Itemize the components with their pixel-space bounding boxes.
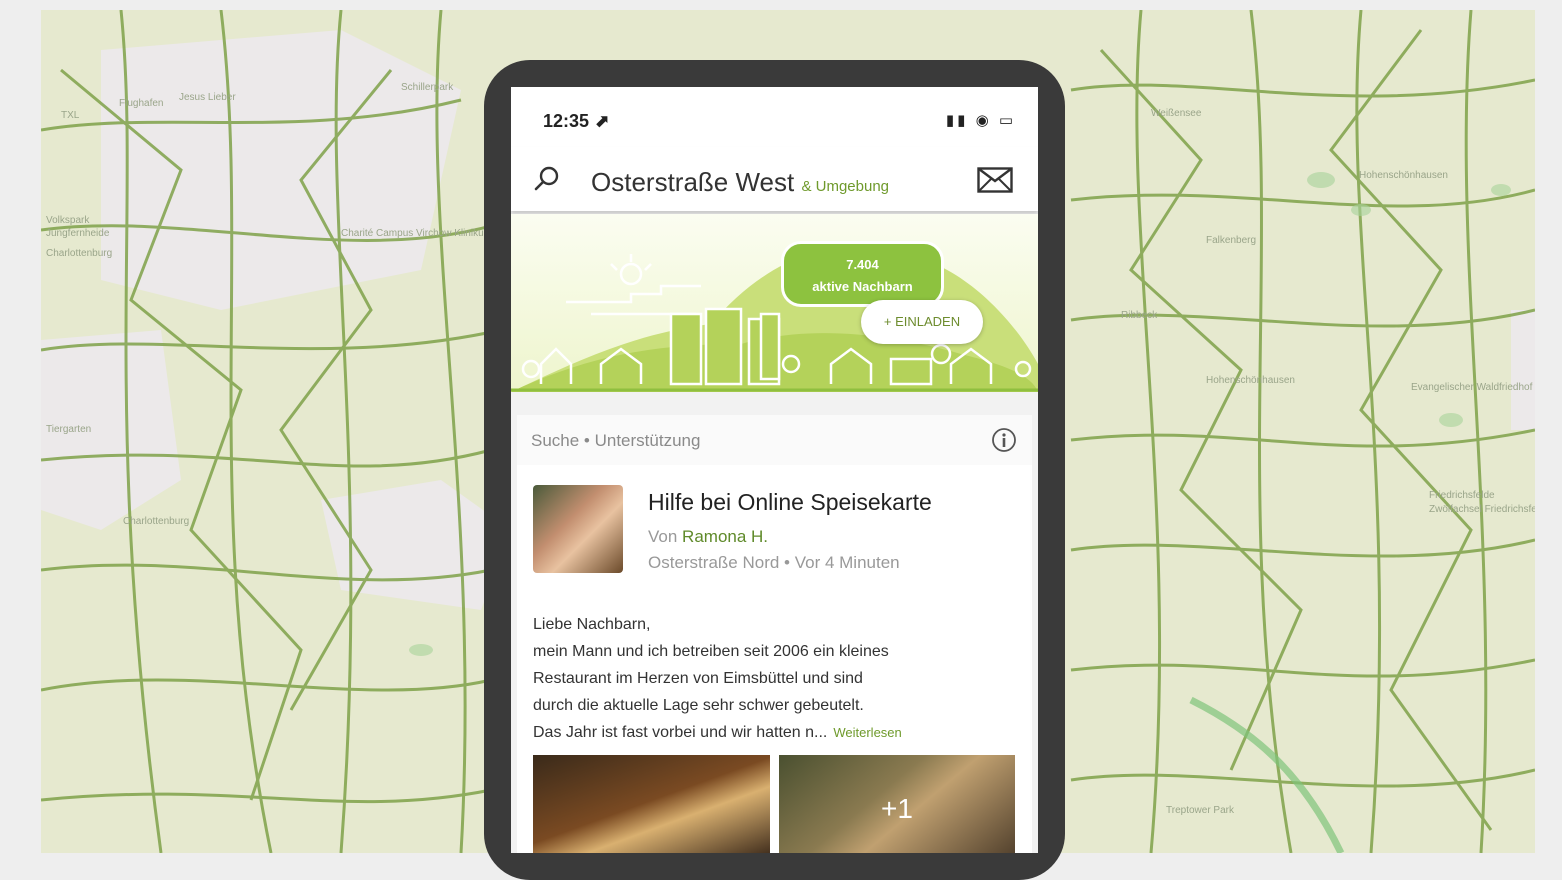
post-body: Liebe Nachbarn, mein Mann und ich betrei… [533,611,1023,746]
post-body-last-text: Das Jahr ist fast vorbei und wir hatten … [533,724,828,741]
post-title[interactable]: Hilfe bei Online Speisekarte [648,489,932,516]
category-label: Suche • Unterstützung [531,431,701,450]
map-label: Volkspark [46,215,90,226]
map-label: Ribbeck [1121,310,1158,321]
map-label: Hohenschönhausen [1206,375,1295,386]
map-label: Tiergarten [46,424,92,435]
post-author: Von Ramona H. [648,527,768,547]
status-icons: ▮▮ ◉ ▭ [945,112,1016,129]
map-label: TXL [61,110,80,121]
post-meta: Osterstraße Nord • Vor 4 Minuten [648,553,900,572]
post-body-line: Das Jahr ist fast vorbei und wir hatten … [533,719,1023,746]
status-bar: 12:35 ⬈ ▮▮ ◉ ▭ [511,87,1038,147]
map-label: Hohenschönhausen [1359,170,1448,181]
map-label: Charlottenburg [123,516,190,527]
post-body-line: Liebe Nachbarn, [533,616,651,633]
invite-button[interactable]: + EINLADEN [861,300,983,344]
map-label: Charlottenburg [46,248,113,259]
map-label: Weißensee [1151,108,1202,119]
status-time: 12:35 ⬈ [543,111,610,131]
active-neighbors-count: 7.404 [846,257,879,272]
post-body-line: Restaurant im Herzen von Eimsbüttel und … [533,670,863,687]
map-label: Schillerpark [401,82,454,93]
post-body-line: mein Mann und ich betreiben seit 2006 ei… [533,643,889,660]
app-bar: Osterstraße West & Umgebung [511,147,1038,211]
post-photo[interactable] [533,755,770,853]
neighborhood-name: Osterstraße West [591,167,795,197]
avatar[interactable] [533,485,623,573]
post-card[interactable]: Hilfe bei Online Speisekarte Von Ramona … [517,465,1032,853]
active-neighbors-badge: 7.404 aktive Nachbarn [781,241,944,307]
map-label: Evangelischer Waldfriedhof [1411,382,1533,393]
more-photos-count: +1 [881,793,913,824]
author-prefix: Von [648,527,678,546]
map-label: Zwölfachsel Friedrichsfelde [1429,504,1535,515]
read-more-link[interactable]: Weiterlesen [833,725,901,740]
neighborhood-subtitle: & Umgebung [801,178,890,195]
map-label: Charité Campus Virchow Klinikum [341,228,492,239]
map-label: Treptower Park [1166,805,1234,816]
neighborhood-banner: 7.404 aktive Nachbarn + EINLADEN [511,214,1038,392]
active-neighbors-label: aktive Nachbarn [812,279,913,294]
map-label: Friedrichsfelde [1429,490,1495,501]
category-search-bar[interactable]: Suche • Unterstützung [517,415,1032,466]
search-icon[interactable] [533,165,561,193]
phone-screen: 12:35 ⬈ ▮▮ ◉ ▭ Osterstraße West & Umgebu… [511,87,1038,853]
post-photo[interactable]: +1 [779,755,1015,853]
info-icon[interactable] [991,427,1017,453]
map-label: Jungfernheide [46,228,110,239]
author-name[interactable]: Ramona H. [682,527,768,546]
map-label: Flughafen [119,98,164,109]
neighborhood-title[interactable]: Osterstraße West & Umgebung [591,167,889,198]
map-label: Jesus Lieber [179,92,236,103]
map-label: Falkenberg [1206,235,1257,246]
post-body-line: durch die aktuelle Lage sehr schwer gebe… [533,697,864,714]
mail-icon[interactable] [977,167,1013,193]
